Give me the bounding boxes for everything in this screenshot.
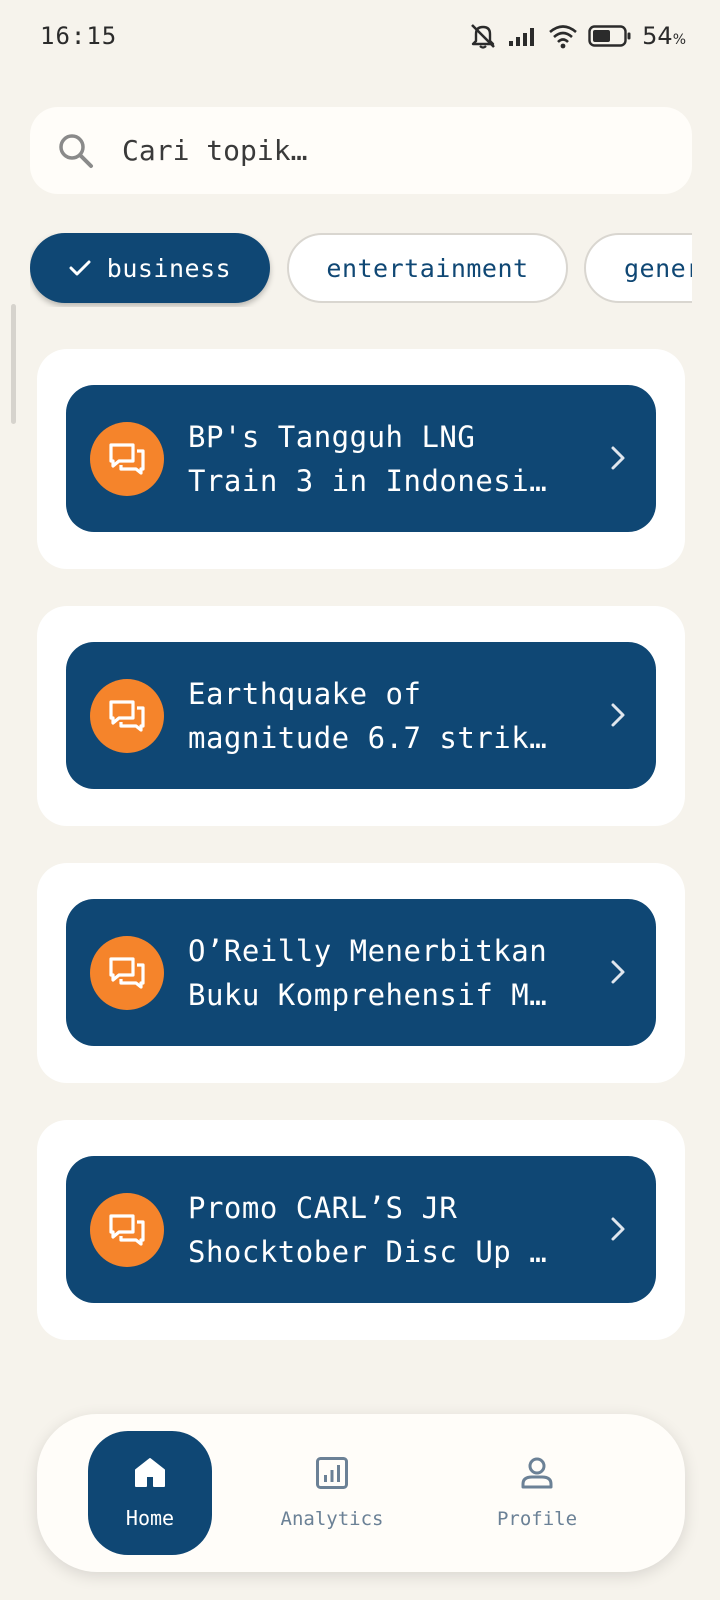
chip-business[interactable]: business: [30, 233, 270, 303]
article-title: Promo CARL’S JR Shocktober Disc Up …: [188, 1190, 548, 1269]
mute-icon: [468, 22, 498, 50]
article-card: O’Reilly Menerbitkan Buku Komprehensif M…: [37, 863, 685, 1083]
battery-value: 54: [642, 22, 673, 50]
chevron-right-icon: [610, 1214, 626, 1248]
app-screen: 16:15 54% Cari topik… business entertain…: [0, 0, 720, 1600]
profile-icon: [520, 1456, 554, 1494]
chevron-right-icon: [610, 957, 626, 991]
search-icon: [56, 131, 96, 171]
nav-home[interactable]: Home: [88, 1431, 212, 1555]
battery-percent: 54%: [642, 22, 686, 50]
article-item[interactable]: O’Reilly Menerbitkan Buku Komprehensif M…: [66, 899, 656, 1046]
battery-icon: [588, 24, 632, 48]
article-card: BP's Tangguh LNG Train 3 in Indonesi…: [37, 349, 685, 569]
article-item[interactable]: BP's Tangguh LNG Train 3 in Indonesi…: [66, 385, 656, 532]
wifi-icon: [548, 23, 578, 49]
bottom-nav: Home Analytics Profile: [37, 1414, 685, 1572]
chip-label: business: [106, 253, 232, 283]
battery-unit: %: [672, 32, 686, 48]
chat-icon: [90, 935, 164, 1010]
article-title: Earthquake of magnitude 6.7 strik…: [188, 676, 548, 755]
signal-icon: [508, 24, 538, 48]
article-card: Earthquake of magnitude 6.7 strik…: [37, 606, 685, 826]
chip-label: general: [624, 253, 692, 283]
article-item[interactable]: Earthquake of magnitude 6.7 strik…: [66, 642, 656, 789]
search-input[interactable]: [122, 134, 662, 167]
nav-analytics-label: Analytics: [280, 1508, 384, 1530]
status-time: 16:15: [40, 22, 118, 50]
scroll-indicator[interactable]: [11, 304, 16, 424]
chip-general[interactable]: general: [584, 233, 692, 303]
chat-icon: [90, 421, 164, 496]
chat-icon: [90, 1192, 164, 1267]
chip-entertainment[interactable]: entertainment: [287, 233, 568, 303]
nav-profile-label: Profile: [496, 1508, 578, 1530]
check-icon: [69, 254, 91, 283]
chat-icon: [90, 678, 164, 753]
chevron-right-icon: [610, 700, 626, 734]
article-title: O’Reilly Menerbitkan Buku Komprehensif M…: [188, 933, 548, 1012]
nav-analytics[interactable]: Analytics: [257, 1431, 407, 1555]
analytics-icon: [315, 1456, 349, 1494]
nav-home-label: Home: [125, 1506, 175, 1530]
category-chips: business entertainment general: [30, 233, 692, 307]
status-bar: 16:15 54%: [0, 0, 720, 72]
home-icon: [133, 1456, 167, 1492]
article-title: BP's Tangguh LNG Train 3 in Indonesi…: [188, 419, 548, 498]
chip-label: entertainment: [326, 253, 529, 283]
nav-profile[interactable]: Profile: [462, 1431, 612, 1555]
search-bar[interactable]: [30, 107, 692, 194]
status-icons: 54%: [468, 22, 686, 50]
article-card: Promo CARL’S JR Shocktober Disc Up …: [37, 1120, 685, 1340]
chevron-right-icon: [610, 443, 626, 477]
article-item[interactable]: Promo CARL’S JR Shocktober Disc Up …: [66, 1156, 656, 1303]
